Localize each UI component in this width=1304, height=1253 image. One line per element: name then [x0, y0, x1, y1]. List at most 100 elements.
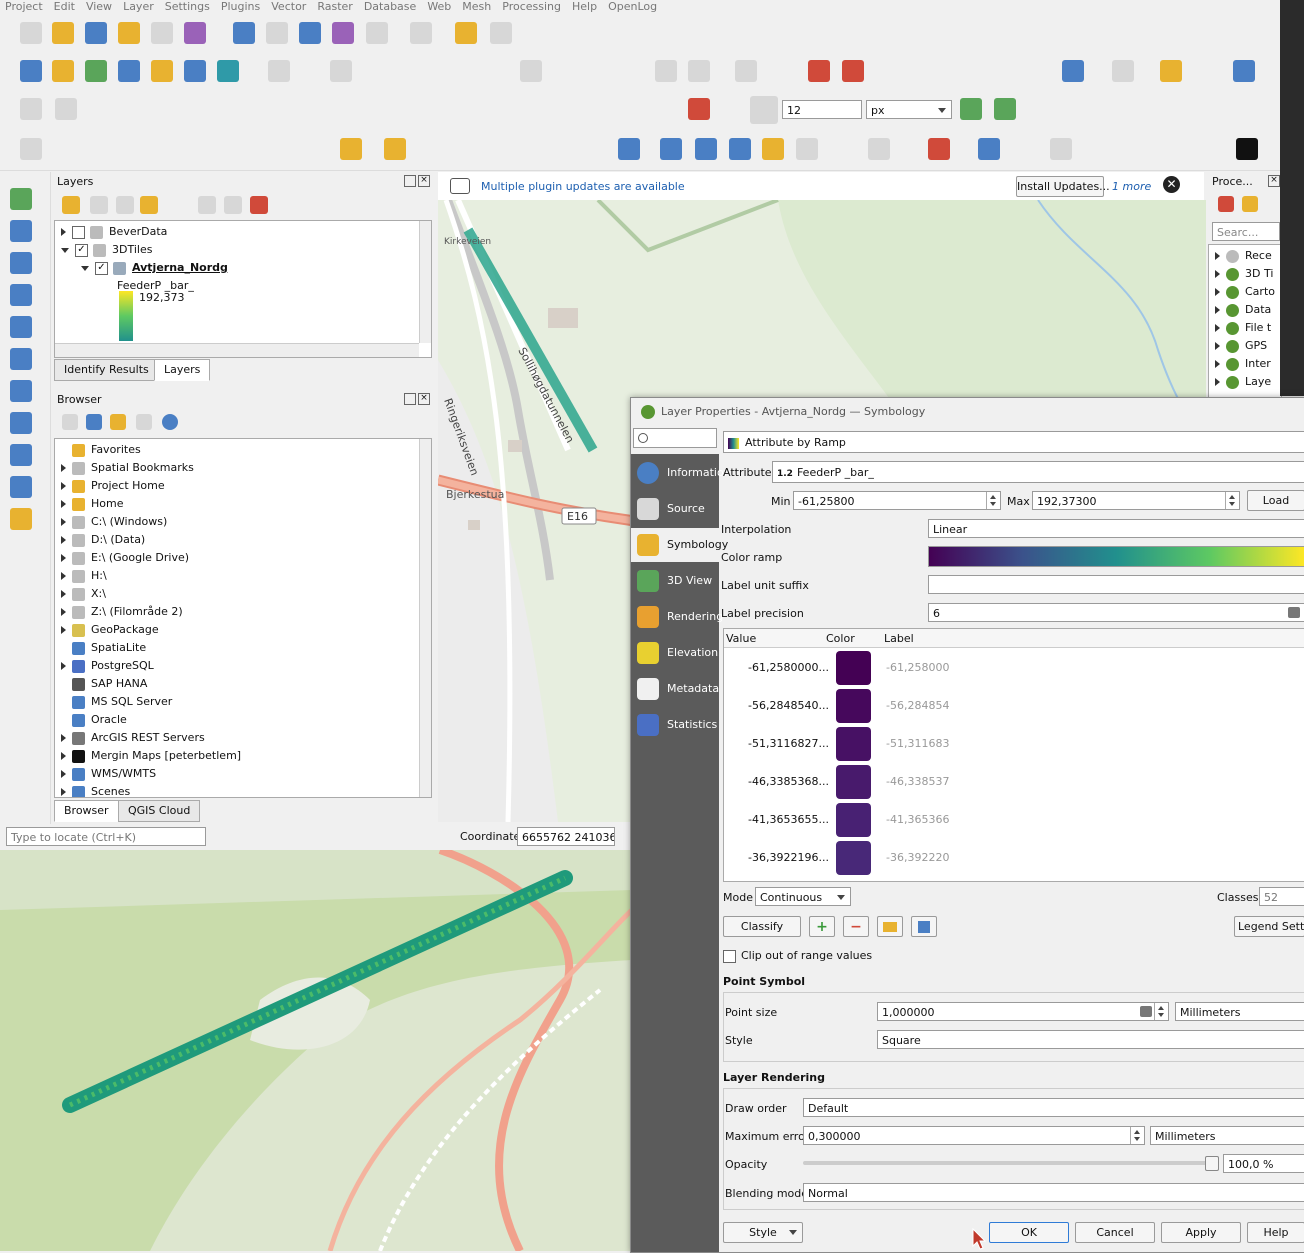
menu-item[interactable]: Raster	[317, 1, 352, 13]
processing-provider-item[interactable]: Rece	[1215, 247, 1272, 265]
python-icon[interactable]	[1160, 60, 1182, 82]
nav-item-statistics[interactable]: Statistics	[631, 708, 719, 742]
expand-icon[interactable]	[1215, 270, 1220, 278]
browser-item[interactable]: D:\ (Data)	[61, 531, 145, 549]
map-tips-icon[interactable]	[455, 22, 477, 44]
scrollbar[interactable]	[419, 221, 431, 343]
class-color-swatch[interactable]	[836, 727, 871, 761]
identify-icon[interactable]	[233, 22, 255, 44]
add-wms-icon[interactable]	[10, 412, 32, 434]
layer-checkbox[interactable]: ✓	[95, 261, 108, 275]
label-precision-input[interactable]: 6	[928, 603, 1304, 622]
style-manager-icon[interactable]	[184, 22, 206, 44]
expand-icon[interactable]	[61, 608, 66, 616]
add-wfs-icon[interactable]	[10, 444, 32, 466]
collapse-all-icon[interactable]	[136, 414, 152, 430]
expand-icon[interactable]	[61, 228, 66, 236]
processing-provider-item[interactable]: Laye	[1215, 373, 1271, 391]
label-abc-icon[interactable]	[842, 60, 864, 82]
filter-icon[interactable]	[140, 196, 158, 214]
expand-icon[interactable]	[61, 554, 66, 562]
class-label[interactable]: -51,311683	[886, 737, 949, 750]
coordinate-field[interactable]: 6655762 241036	[517, 827, 615, 846]
python-icon[interactable]	[1242, 196, 1258, 212]
snap-tolerance-input[interactable]: 12	[782, 100, 862, 119]
expand-icon[interactable]	[1215, 324, 1220, 332]
trace-icon[interactable]	[960, 98, 982, 120]
processing-provider-item[interactable]: GPS	[1215, 337, 1267, 355]
expand-icon[interactable]	[61, 518, 66, 526]
spin-icon[interactable]	[1130, 1127, 1144, 1144]
edit-toggle-icon[interactable]	[268, 60, 290, 82]
menu-item[interactable]: Web	[427, 1, 451, 13]
tab-qgis-cloud[interactable]: QGIS Cloud	[118, 800, 201, 822]
expand-icon[interactable]	[61, 536, 66, 544]
label-pin-icon[interactable]	[808, 60, 830, 82]
header-label[interactable]: Label	[884, 632, 914, 645]
browser-item[interactable]: Z:\ (Filområde 2)	[61, 603, 183, 621]
classify-button[interactable]: Classify	[723, 916, 801, 937]
expand-all-icon[interactable]	[198, 196, 216, 214]
mergin-icon[interactable]	[1236, 138, 1258, 160]
add-wcs-icon[interactable]	[10, 476, 32, 498]
classes-input[interactable]: 52	[1259, 887, 1304, 906]
browser-item[interactable]: H:\	[61, 567, 107, 585]
clear-icon[interactable]	[1140, 1006, 1152, 1017]
save-edits-icon[interactable]	[330, 60, 352, 82]
menu-item[interactable]: Vector	[271, 1, 306, 13]
remove-layer-icon[interactable]	[250, 196, 268, 214]
table-row[interactable]: -36,3922196... -36,392220	[724, 839, 1304, 877]
nav-item-information[interactable]: Information	[631, 456, 731, 490]
close-icon[interactable]: ×	[418, 175, 430, 187]
table-row[interactable]: -51,3116827... -51,311683	[724, 725, 1304, 763]
browser-item[interactable]: GeoPackage	[61, 621, 159, 639]
max-error-input[interactable]: 0,300000	[803, 1126, 1145, 1145]
class-color-swatch[interactable]	[836, 841, 871, 875]
clip-checkbox-row[interactable]: Clip out of range values	[723, 949, 872, 963]
interpolation-select[interactable]: Linear	[928, 519, 1304, 538]
browser-item[interactable]: Mergin Maps [peterbetlem]	[61, 747, 241, 765]
cancel-button[interactable]: Cancel	[1075, 1222, 1155, 1243]
expand-icon[interactable]	[61, 500, 66, 508]
globe-plugin-icon[interactable]	[1112, 60, 1134, 82]
expand-icon[interactable]	[1215, 288, 1220, 296]
table-row[interactable]: -56,2848540... -56,284854	[724, 687, 1304, 725]
info-icon[interactable]	[162, 414, 178, 430]
clear-icon[interactable]	[1288, 607, 1300, 618]
open-project-icon[interactable]	[52, 22, 74, 44]
opacity-input[interactable]: 100,0 %	[1223, 1154, 1304, 1173]
menu-item[interactable]: Database	[364, 1, 417, 13]
georef-icon[interactable]	[1050, 138, 1072, 160]
menu-item[interactable]: Project	[5, 1, 43, 13]
style-panel-icon[interactable]	[62, 196, 80, 214]
spin-icon[interactable]	[986, 492, 1000, 509]
layer-item[interactable]: ✓ 3DTiles	[61, 241, 152, 259]
new-geopackage-icon[interactable]	[52, 60, 74, 82]
add-postgis-icon[interactable]	[10, 380, 32, 402]
ruler-icon[interactable]	[410, 22, 432, 44]
browser-item[interactable]: Oracle	[61, 711, 127, 729]
float-icon[interactable]	[404, 393, 416, 405]
table-row[interactable]: -46,3385368... -46,338537	[724, 763, 1304, 801]
browser-item[interactable]: PostgreSQL	[61, 657, 154, 675]
select-by-expression-icon[interactable]	[340, 138, 362, 160]
class-color-swatch[interactable]	[836, 651, 871, 685]
browser-item[interactable]: Home	[61, 495, 123, 513]
processing-provider-item[interactable]: Inter	[1215, 355, 1271, 373]
apply-button[interactable]: Apply	[1161, 1222, 1241, 1243]
filter-icon[interactable]	[110, 414, 126, 430]
add-vector-icon[interactable]	[10, 188, 32, 210]
draw-order-select[interactable]: Default	[803, 1098, 1304, 1117]
attribute-select[interactable]: 1.2 FeederP _bar_	[772, 461, 1304, 483]
table-row[interactable]: -41,3653655... -41,365366	[724, 801, 1304, 839]
point-size-input[interactable]: 1,000000	[877, 1002, 1169, 1021]
point-size-unit-select[interactable]: Millimeters	[1175, 1002, 1304, 1021]
add-mesh-icon[interactable]	[10, 252, 32, 274]
expand-icon[interactable]	[61, 788, 66, 796]
class-color-swatch[interactable]	[836, 765, 871, 799]
browser-item[interactable]: C:\ (Windows)	[61, 513, 167, 531]
class-value[interactable]: -41,3653655...	[748, 813, 829, 826]
snap-unit-select[interactable]: px	[866, 100, 952, 119]
nav-item-source[interactable]: Source	[631, 492, 719, 526]
tab-layers[interactable]: Layers	[154, 359, 211, 381]
